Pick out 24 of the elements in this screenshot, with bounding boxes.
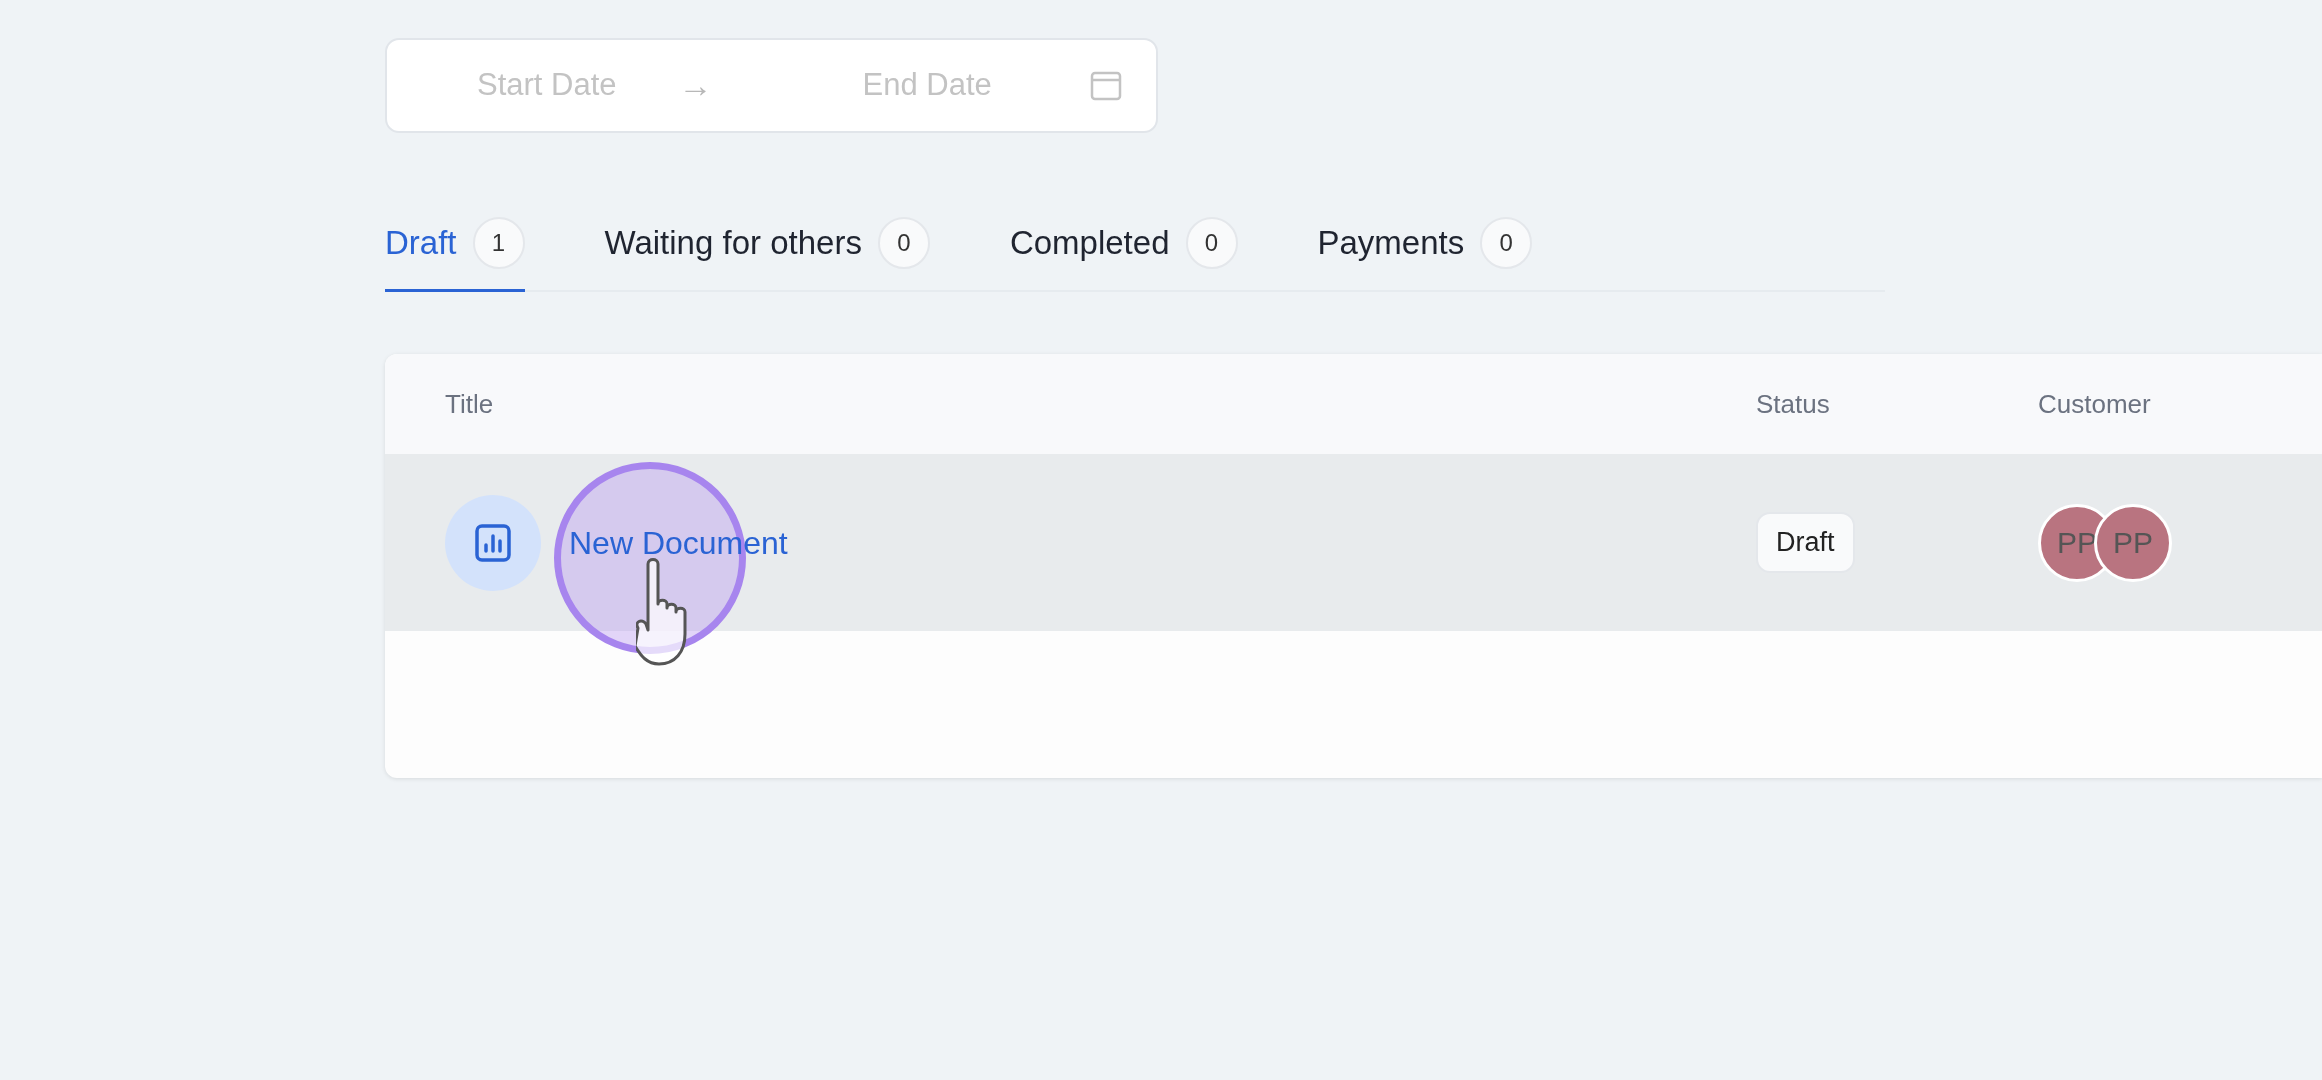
count-badge: 0 [877, 217, 930, 269]
customer-avatar: PP [2094, 503, 2172, 582]
tab[interactable]: Completed 0 [1009, 217, 1238, 292]
count-badge: 0 [1480, 217, 1533, 269]
hand-cursor-icon [636, 556, 689, 668]
table-row[interactable]: New Document Draft PP PP [385, 454, 2322, 631]
column-header[interactable]: Title [445, 388, 494, 419]
status-badge: Draft [1756, 512, 1855, 573]
document-title-link[interactable]: New Document [569, 518, 788, 567]
start-date-placeholder: Start Date [477, 66, 617, 105]
tab[interactable]: Payments 0 [1317, 217, 1533, 292]
tab-label: Payments [1317, 223, 1465, 264]
calendar-icon [1090, 69, 1122, 102]
column-header[interactable]: Status [1756, 388, 1830, 419]
column-header[interactable]: Customer [2038, 388, 2151, 419]
tab[interactable]: Waiting for others 0 [604, 217, 930, 292]
tab[interactable]: Draft 1 [385, 217, 525, 292]
tab-label: Draft [385, 223, 457, 264]
arrow-icon: → [678, 60, 713, 111]
count-badge: 0 [1185, 217, 1238, 269]
tab-label: Completed [1009, 223, 1170, 264]
end-date-placeholder: End Date [862, 66, 992, 105]
tab-label: Waiting for others [604, 223, 862, 264]
count-badge: 1 [472, 217, 525, 269]
